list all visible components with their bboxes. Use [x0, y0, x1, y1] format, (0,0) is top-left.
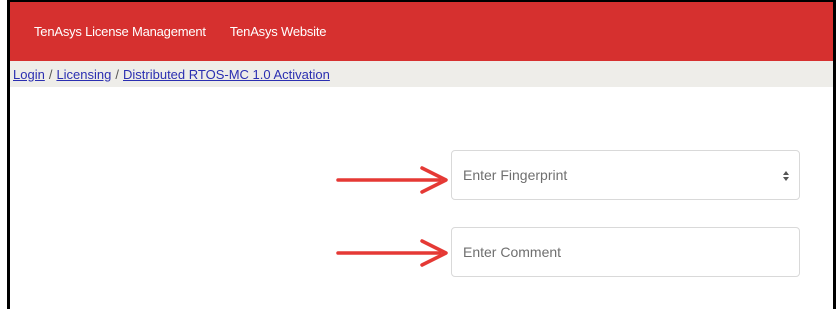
spinner-up-icon[interactable] [782, 171, 789, 175]
right-arrow-icon [336, 239, 448, 267]
breadcrumb-activation[interactable]: Distributed RTOS-MC 1.0 Activation [123, 67, 330, 82]
nav-link-tenasys-website[interactable]: TenAsys Website [230, 24, 327, 39]
comment-field[interactable] [451, 227, 800, 277]
breadcrumb-separator: / [115, 66, 119, 82]
top-navbar: TenAsys License Management TenAsys Websi… [10, 2, 833, 61]
breadcrumb: Login / Licensing / Distributed RTOS-MC … [10, 61, 833, 87]
nav-link-license-management[interactable]: TenAsys License Management [34, 24, 206, 39]
browser-frame: TenAsys License Management TenAsys Websi… [7, 0, 836, 309]
breadcrumb-login[interactable]: Login [13, 67, 45, 82]
breadcrumb-separator: / [48, 66, 53, 82]
breadcrumb-licensing[interactable]: Licensing [56, 67, 111, 82]
number-spinner-icon[interactable] [781, 169, 790, 183]
fingerprint-input[interactable] [452, 151, 799, 199]
spinner-down-icon[interactable] [782, 177, 789, 181]
fingerprint-field[interactable] [451, 150, 800, 200]
comment-input[interactable] [452, 228, 799, 276]
right-arrow-icon [336, 166, 448, 194]
